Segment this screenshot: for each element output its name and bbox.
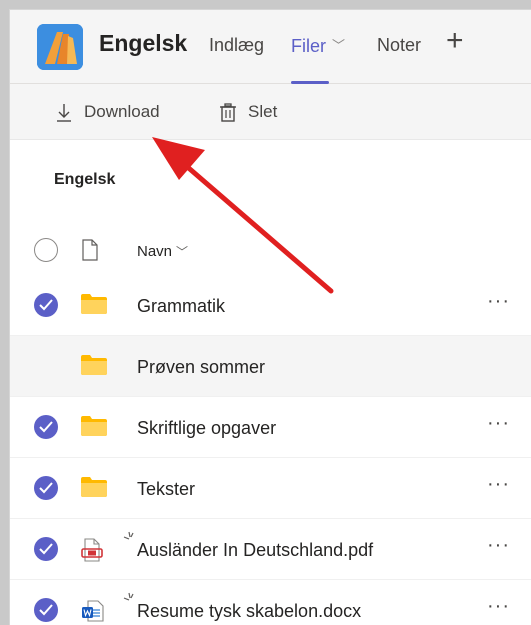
delete-button[interactable]: Slet (219, 101, 299, 125)
file-list: Grammatik ··· Prøven sommer Skriftlige o… (10, 275, 531, 625)
delete-label: Slet (248, 102, 278, 121)
row-checkbox[interactable] (34, 415, 58, 439)
name-column-header[interactable]: Navn ﹀ (137, 243, 188, 260)
folder-icon (81, 477, 107, 497)
word-file-icon (82, 600, 104, 622)
file-type-icon[interactable] (81, 239, 99, 261)
tab-indlaeg[interactable]: Indlæg (209, 35, 264, 84)
more-options-button[interactable]: ··· (487, 473, 510, 496)
tab-label: Noter (377, 35, 422, 55)
folder-icon (81, 294, 107, 314)
tab-filer[interactable]: Filer ﹀ (291, 35, 345, 84)
list-item[interactable]: Tekster ··· (10, 458, 531, 519)
file-name[interactable]: Ausländer In Deutschland.pdf (137, 540, 373, 561)
chevron-down-icon: ﹀ (176, 245, 189, 259)
list-item[interactable]: Grammatik ··· (10, 275, 531, 336)
download-icon (57, 104, 71, 122)
row-checkbox[interactable] (34, 293, 58, 317)
checkmark-icon (39, 482, 53, 494)
row-checkbox[interactable] (34, 476, 58, 500)
folder-breadcrumb[interactable]: Engelsk (54, 171, 115, 189)
more-options-button[interactable]: ··· (487, 412, 510, 435)
more-options-button[interactable]: ··· (487, 534, 510, 557)
list-item[interactable]: Resume tysk skabelon.docx ··· (10, 580, 531, 625)
list-item[interactable]: Ausländer In Deutschland.pdf ··· (10, 519, 531, 580)
row-checkbox[interactable] (34, 598, 58, 622)
pdf-file-icon (81, 538, 103, 562)
folder-icon (81, 416, 107, 436)
row-checkbox[interactable] (34, 537, 58, 561)
file-name[interactable]: Tekster (137, 479, 195, 500)
team-logo-icon[interactable] (37, 24, 83, 70)
add-tab-button[interactable]: + (446, 26, 464, 56)
file-name[interactable]: Resume tysk skabelon.docx (137, 601, 361, 622)
channel-header: Engelsk Indlæg Filer ﹀ Noter + (10, 10, 531, 84)
download-button[interactable]: Download (55, 101, 185, 125)
file-list-header: Navn ﹀ (10, 235, 531, 275)
new-file-sparkle-icon (123, 592, 134, 601)
name-column-label: Navn (137, 243, 173, 260)
new-file-sparkle-icon (123, 531, 134, 540)
checkmark-icon (39, 543, 53, 555)
file-toolbar: Download Slet (10, 84, 531, 140)
team-name: Engelsk (99, 30, 188, 56)
tab-noter[interactable]: Noter (377, 35, 421, 84)
teams-window: Engelsk Indlæg Filer ﹀ Noter + Download (9, 9, 531, 625)
list-item[interactable]: Prøven sommer (10, 336, 531, 397)
file-name[interactable]: Prøven sommer (137, 357, 265, 378)
tab-label: Filer (291, 36, 326, 56)
list-item[interactable]: Skriftlige opgaver ··· (10, 397, 531, 458)
checkmark-icon (39, 421, 53, 433)
file-name[interactable]: Skriftlige opgaver (137, 418, 276, 439)
checkmark-icon (39, 604, 53, 616)
checkmark-icon (39, 299, 53, 311)
tab-label: Indlæg (209, 35, 265, 55)
more-options-button[interactable]: ··· (487, 595, 510, 618)
download-label: Download (84, 102, 160, 121)
more-options-button[interactable]: ··· (487, 290, 510, 313)
trash-icon (220, 103, 236, 122)
select-all-checkbox[interactable] (34, 238, 58, 262)
folder-icon (81, 355, 107, 375)
chevron-down-icon: ﹀ (332, 38, 346, 53)
file-name[interactable]: Grammatik (137, 296, 225, 317)
